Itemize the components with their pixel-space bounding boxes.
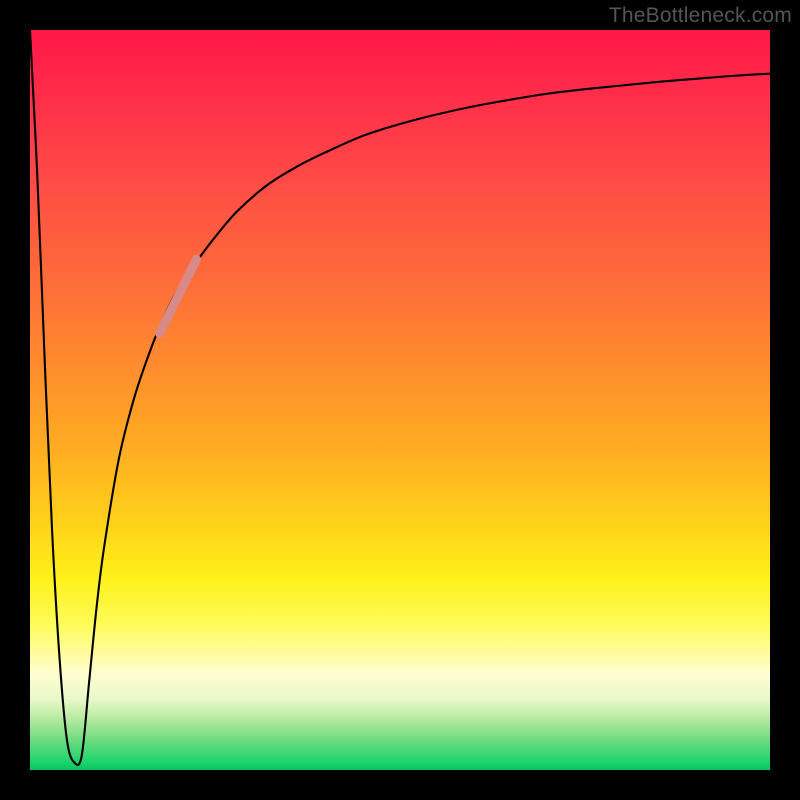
watermark-text: TheBottleneck.com — [609, 4, 792, 28]
bottleneck-curve — [30, 30, 770, 765]
plot-area — [30, 30, 770, 770]
curve-svg — [30, 30, 770, 770]
curve-highlight — [160, 259, 197, 333]
chart-frame: TheBottleneck.com — [0, 0, 800, 800]
